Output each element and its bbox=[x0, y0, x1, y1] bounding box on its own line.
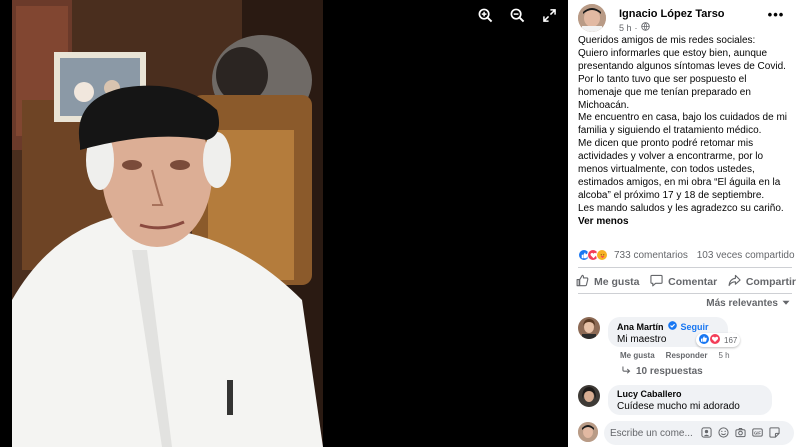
share-label: Compartir bbox=[745, 276, 796, 288]
share-button[interactable]: Compartir bbox=[728, 273, 796, 291]
comment-sort-dropdown[interactable]: Más relevantes bbox=[706, 298, 790, 309]
follow-button[interactable]: Seguir bbox=[681, 322, 709, 332]
avatar-sticker-icon[interactable] bbox=[700, 426, 712, 438]
commenter-avatar[interactable] bbox=[578, 317, 600, 339]
like-label: Me gusta bbox=[594, 276, 640, 288]
comment-button[interactable]: Comentar bbox=[650, 273, 717, 291]
post-line: Les mando saludos y les agradezco su car… bbox=[578, 202, 784, 214]
post-line: Me dicen que pronto podré retomar mis bbox=[578, 138, 754, 150]
sticker-icon[interactable] bbox=[768, 426, 780, 438]
post-photo bbox=[12, 0, 323, 447]
share-icon bbox=[728, 274, 741, 290]
post-line: Quiero informarles que estoy bien, aunqu… bbox=[578, 47, 768, 59]
reply-arrow-icon bbox=[622, 366, 631, 377]
comment-icon bbox=[650, 274, 663, 290]
comment-composer: GIF bbox=[568, 418, 800, 447]
post-side-panel: Ignacio López Tarso 5 h · ••• Queridos a… bbox=[568, 0, 800, 447]
author-name[interactable]: Ignacio López Tarso bbox=[619, 8, 725, 20]
comment-time[interactable]: 5 h bbox=[718, 351, 729, 360]
author-avatar[interactable] bbox=[578, 4, 606, 32]
comment-item: Ana Martín Seguir Mi maestro 167 Me gust… bbox=[578, 317, 796, 381]
comment-bubble: Lucy Caballero Cuídese mucho mi adorado bbox=[608, 385, 772, 415]
sort-label: Más relevantes bbox=[706, 298, 778, 309]
comment-reaction-count: 167 bbox=[724, 335, 738, 345]
commenter-name[interactable]: Lucy Caballero bbox=[617, 389, 682, 399]
like-reaction-icon bbox=[699, 334, 709, 346]
post-header: Ignacio López Tarso 5 h · ••• bbox=[578, 4, 794, 34]
post-line: actividades y volver a encontrarme, por … bbox=[578, 151, 764, 163]
post-line: Michoacán. bbox=[578, 99, 630, 111]
photo-elderly-man bbox=[12, 0, 323, 447]
post-line: Queridos amigos de mis redes sociales: bbox=[578, 35, 756, 46]
post-line: menos virtualmente, con todos ustedes, bbox=[578, 164, 755, 176]
comment-item: Lucy Caballero Cuídese mucho mi adorado bbox=[578, 385, 796, 417]
post-line: alcoba” el próximo 17 y 18 de septiembre… bbox=[578, 189, 765, 201]
comment-actions: Me gusta Responder 5 h bbox=[620, 351, 730, 360]
comments-count[interactable]: 733 comentarios bbox=[614, 250, 688, 261]
camera-icon[interactable] bbox=[734, 426, 746, 438]
replies-count: 10 respuestas bbox=[636, 366, 703, 377]
current-user-avatar bbox=[578, 422, 598, 442]
care-reaction-icon bbox=[596, 249, 608, 261]
post-meta: 5 h · bbox=[619, 22, 650, 33]
shares-count[interactable]: 103 veces compartido bbox=[697, 250, 795, 261]
chevron-down-icon bbox=[782, 298, 790, 309]
commenter-avatar[interactable] bbox=[578, 385, 600, 407]
post-line: estimados amigos, en mi obra “El águila … bbox=[578, 176, 781, 188]
comment-reply-link[interactable]: Responder bbox=[666, 351, 708, 360]
post-line: Me encuentro en casa, bajo los cuidados … bbox=[578, 112, 788, 124]
love-reaction-icon bbox=[710, 334, 720, 346]
post-text: Queridos amigos de mis redes sociales: Q… bbox=[578, 35, 796, 229]
comment-like-link[interactable]: Me gusta bbox=[620, 351, 655, 360]
zoom-out-icon[interactable] bbox=[508, 6, 526, 24]
post-actions: Me gusta Comentar Compartir bbox=[576, 273, 796, 291]
globe-icon bbox=[640, 22, 650, 33]
post-line: familia y siguiendo el tratamiento médic… bbox=[578, 125, 762, 137]
thumbs-up-icon bbox=[576, 274, 589, 290]
fullscreen-icon[interactable] bbox=[540, 6, 558, 24]
like-button[interactable]: Me gusta bbox=[576, 273, 640, 291]
post-stats: 733 comentarios 103 veces compartido bbox=[578, 248, 796, 262]
comment-label: Comentar bbox=[668, 276, 718, 288]
comment-text: Cuídese mucho mi adorado bbox=[617, 401, 740, 412]
svg-text:GIF: GIF bbox=[753, 430, 760, 435]
emoji-icon[interactable] bbox=[717, 426, 729, 438]
verified-badge-icon bbox=[667, 321, 677, 332]
post-line: Por lo tanto tuvo que ser pospuesto el bbox=[578, 73, 747, 85]
comment-input[interactable] bbox=[610, 425, 696, 441]
more-options-button[interactable]: ••• bbox=[766, 8, 786, 24]
divider bbox=[578, 293, 792, 294]
see-less-link[interactable]: Ver menos bbox=[578, 216, 796, 229]
comment-reactions[interactable]: 167 bbox=[696, 333, 741, 347]
zoom-in-icon[interactable] bbox=[476, 6, 494, 24]
divider bbox=[578, 267, 792, 268]
commenter-name[interactable]: Ana Martín bbox=[617, 322, 664, 332]
post-line: presentando algunos síntomas leves de Co… bbox=[578, 60, 786, 72]
gif-icon[interactable]: GIF bbox=[751, 426, 763, 438]
photo-viewer bbox=[0, 0, 568, 447]
reaction-summary[interactable] bbox=[578, 249, 608, 261]
view-replies-link[interactable]: 10 respuestas bbox=[622, 366, 703, 377]
post-time[interactable]: 5 h bbox=[619, 23, 632, 33]
post-line: homenaje que me tenían preparado en bbox=[578, 86, 751, 98]
